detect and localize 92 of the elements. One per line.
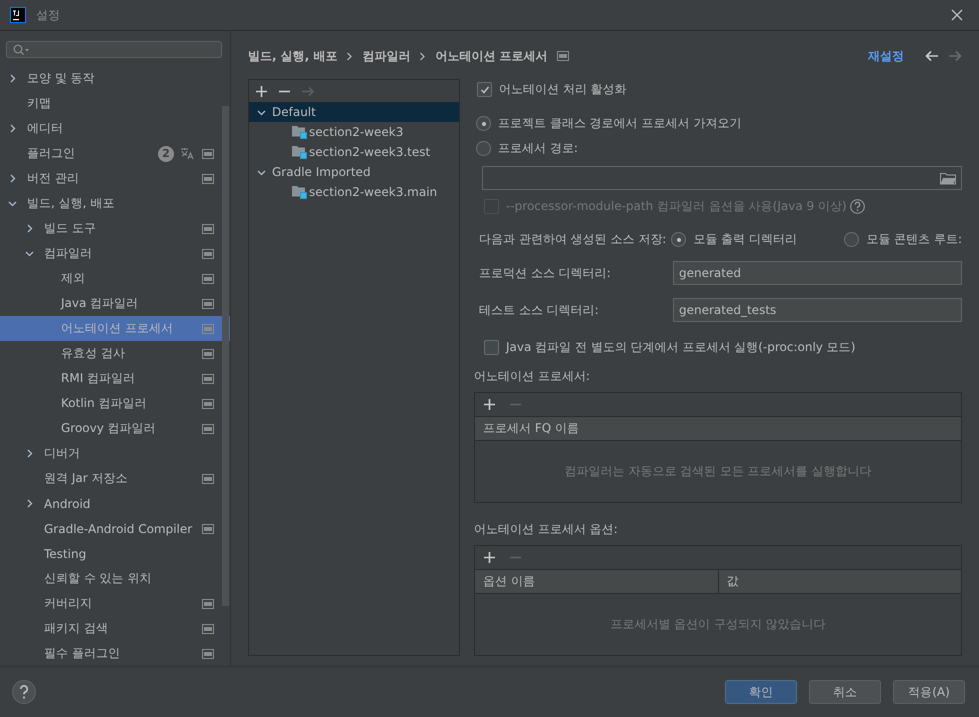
sidebar-item[interactable]: 키맵: [0, 91, 230, 116]
close-icon[interactable]: [951, 9, 963, 21]
sidebar-item[interactable]: 커버리지: [0, 591, 230, 616]
sidebar-item[interactable]: Gradle-Android Compiler: [0, 516, 230, 541]
chevron-right-icon[interactable]: [25, 499, 34, 508]
sidebar-item[interactable]: 컴파일러: [0, 241, 230, 266]
field-label: 테스트 소스 디렉터리:: [479, 302, 600, 318]
column-header[interactable]: 값: [718, 570, 961, 593]
chevron-right-icon: [346, 52, 354, 60]
field-label: 프로덕션 소스 디렉터리:: [479, 264, 612, 282]
section-title: 어노테이션 프로세서:: [474, 368, 591, 385]
sidebar-item[interactable]: Groovy 컴파일러: [0, 416, 230, 441]
sidebar-item[interactable]: 신뢰할 수 있는 위치: [0, 566, 230, 591]
input-field[interactable]: generated_tests: [673, 298, 962, 322]
checkbox[interactable]: [477, 82, 492, 97]
help-icon[interactable]: [850, 199, 865, 214]
back-arrow-icon[interactable]: [925, 50, 939, 62]
add-icon[interactable]: [484, 399, 495, 410]
chevron-right-icon[interactable]: [8, 74, 17, 83]
radio-label: 프로젝트 클래스 경로에서 프로세서 가져오기: [498, 115, 742, 132]
sidebar-item[interactable]: 버전 관리: [0, 166, 230, 191]
chevron-right-icon: [419, 52, 426, 60]
sidebar-item[interactable]: RMI 컴파일러: [0, 366, 230, 391]
module-folder-icon: [292, 145, 307, 159]
module-folder-icon: [292, 185, 307, 199]
sidebar-item[interactable]: 에디터: [0, 116, 230, 141]
breadcrumb-item[interactable]: 어노테이션 프로세서: [435, 48, 548, 64]
app-logo-icon: [10, 7, 26, 23]
field-label: 다음과 관련하여 생성된 소스 저장:: [479, 231, 666, 248]
section-title: 어노테이션 프로세서 옵션:: [474, 521, 619, 538]
add-icon[interactable]: [484, 552, 495, 563]
sidebar-item[interactable]: 원격 Jar 저장소: [0, 466, 230, 491]
module-item[interactable]: section2-week3.test: [249, 142, 459, 162]
search-icon: [13, 44, 31, 56]
profile-item[interactable]: Gradle Imported: [249, 162, 459, 182]
sidebar-item[interactable]: 빌드, 실행, 배포: [0, 191, 230, 216]
empty-table-text: 컴파일러는 자동으로 검색된 모든 프로세서를 실행합니다: [564, 463, 872, 480]
sidebar-item[interactable]: Kotlin 컴파일러: [0, 391, 230, 416]
sidebar-item[interactable]: 필수 플러그인: [0, 641, 230, 666]
checkbox-label: --processor-module-path 컴파일러 옵션을 사용(Java 9 이상): [506, 198, 847, 215]
chevron-right-icon[interactable]: [8, 174, 17, 183]
sidebar-item[interactable]: 제외: [0, 266, 230, 291]
radio-button[interactable]: [476, 116, 491, 131]
sidebar-item[interactable]: 플러그인 2: [0, 141, 230, 166]
search-field[interactable]: [6, 41, 222, 58]
radio-button[interactable]: [476, 141, 491, 156]
add-icon[interactable]: [256, 86, 267, 96]
module-item[interactable]: section2-week3.main: [249, 182, 459, 202]
chevron-right-icon[interactable]: [25, 449, 34, 458]
checkbox-label: 어노테이션 처리 활성화: [499, 81, 627, 98]
radio-button[interactable]: [671, 232, 686, 247]
scrollbar[interactable]: [222, 106, 229, 606]
checkbox[interactable]: [484, 340, 499, 355]
chevron-down-icon[interactable]: [257, 168, 266, 176]
checkmark-icon: [480, 84, 490, 94]
radio-button[interactable]: [844, 232, 860, 247]
sidebar-item[interactable]: 빌드 도구: [0, 216, 230, 241]
dialog-button[interactable]: 적용(A): [893, 680, 965, 704]
count-badge: 2: [158, 146, 174, 162]
checkbox-label: Java 컴파일 전 별도의 단계에서 프로세서 실행(-proc:only 모드): [506, 339, 856, 356]
dialog-button[interactable]: 취소: [809, 680, 881, 704]
chevron-down-icon[interactable]: [25, 249, 34, 258]
input-field[interactable]: generated: [673, 261, 962, 285]
path-field[interactable]: [482, 166, 962, 190]
sidebar-item[interactable]: 디버거: [0, 441, 230, 466]
sidebar-item[interactable]: 유효성 검사: [0, 341, 230, 366]
breadcrumb-item[interactable]: 컴파일러: [362, 48, 410, 64]
sidebar-item[interactable]: Java 컴파일러: [0, 291, 230, 316]
column-header[interactable]: 옵션 이름: [475, 570, 718, 593]
profile-item[interactable]: Default: [249, 102, 459, 122]
chevron-right-icon[interactable]: [8, 124, 17, 133]
dialog-button[interactable]: 확인: [725, 680, 797, 704]
chevron-right-icon[interactable]: [25, 224, 34, 233]
chevron-down-icon[interactable]: [257, 108, 266, 116]
chevron-down-icon[interactable]: [8, 199, 17, 208]
sidebar-item[interactable]: 모양 및 동작: [0, 66, 230, 91]
column-header[interactable]: 프로세서 FQ 이름: [475, 417, 961, 440]
radio-label: 모듈 출력 디렉터리: [693, 231, 797, 248]
folder-icon[interactable]: [940, 172, 956, 184]
empty-table-text: 프로세서별 옵션이 구성되지 않았습니다: [610, 616, 826, 633]
breadcrumb-item[interactable]: 빌드, 실행, 배포: [248, 48, 338, 64]
sidebar-item[interactable]: Testing: [0, 541, 230, 566]
window-icon: [556, 51, 569, 61]
radio-label: 프로세서 경로:: [498, 140, 578, 157]
module-folder-icon: [292, 125, 307, 139]
window-title: 설정: [36, 6, 60, 24]
sidebar-item[interactable]: 패키지 검색: [0, 616, 230, 641]
radio-label: 모듈 콘텐츠 루트:: [866, 231, 962, 248]
module-item[interactable]: section2-week3: [249, 122, 459, 142]
help-icon[interactable]: [12, 680, 36, 704]
sidebar-item[interactable]: Android: [0, 491, 230, 516]
reset-link[interactable]: 재설정: [868, 48, 904, 64]
